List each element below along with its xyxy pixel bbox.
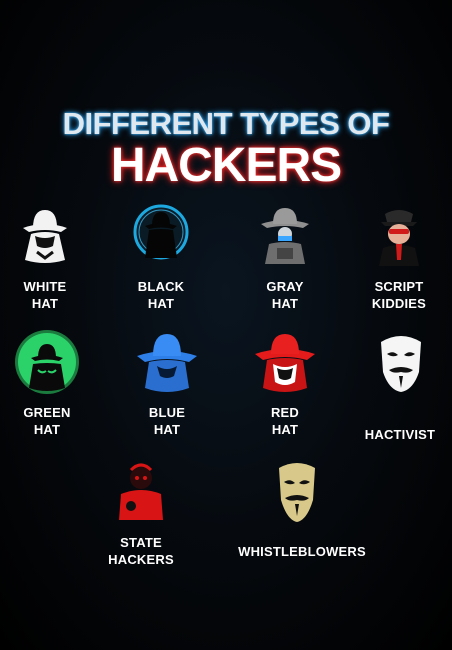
- label-line-2: HAT: [33, 422, 61, 437]
- label-line-1: BLUE: [148, 405, 186, 420]
- label-line-1: GREEN: [23, 405, 71, 420]
- red-hat-hacker-icon: [255, 334, 315, 392]
- label-line-1: RED: [270, 405, 300, 420]
- item-hactivist-label: HACTIVIST: [350, 426, 450, 443]
- whistleblower-mask-icon: [279, 463, 315, 522]
- white-hat-hacker-icon: [23, 210, 67, 263]
- label-line-1: GRAY: [266, 279, 304, 294]
- item-gray-hat: GRAY HAT: [230, 200, 340, 312]
- item-black-hat: BLACK HAT: [106, 200, 216, 312]
- item-white-hat: WHITE HAT: [0, 200, 100, 312]
- item-green-hat: GREEN HAT: [0, 326, 102, 438]
- item-whistleblowers-label: WHISTLEBLOWERS: [220, 543, 384, 560]
- item-red-hat: RED HAT: [230, 326, 340, 438]
- item-hactivist: [346, 326, 452, 398]
- label-line-1: SCRIPT: [374, 279, 424, 294]
- item-blue-hat: BLUE HAT: [112, 326, 222, 438]
- script-kiddie-icon: [379, 210, 419, 266]
- anonymous-mask-icon: [381, 336, 421, 392]
- green-hat-hacker-icon: [15, 330, 79, 394]
- label-line-1: WHISTLEBLOWERS: [238, 544, 366, 559]
- label-line-2: HAT: [31, 296, 59, 311]
- state-hacker-icon: [119, 463, 163, 520]
- label-line-1: WHITE: [23, 279, 67, 294]
- label-line-2: HAT: [153, 422, 181, 437]
- label-line-2: KIDDIES: [371, 296, 427, 311]
- blue-hat-hacker-icon: [137, 334, 197, 392]
- item-script-kiddies: SCRIPT KIDDIES: [344, 200, 452, 312]
- label-line-1: BLACK: [137, 279, 185, 294]
- title-line-2: HACKERS: [110, 139, 342, 192]
- black-hat-hacker-icon: [133, 204, 189, 260]
- label-line-2: HAT: [147, 296, 175, 311]
- item-whistleblowers-icon-wrap: [242, 456, 352, 528]
- label-line-1: STATE: [120, 535, 162, 550]
- title-line-1: DIFFERENT TYPES OF: [62, 106, 390, 141]
- item-state-hackers: STATE HACKERS: [86, 456, 196, 568]
- label-line-1: HACTIVIST: [364, 427, 436, 442]
- gray-hat-hacker-icon: [261, 208, 309, 264]
- label-line-2: HAT: [271, 422, 299, 437]
- label-line-2: HAT: [271, 296, 299, 311]
- label-line-2: HACKERS: [108, 552, 174, 567]
- infographic-background: DIFFERENT TYPES OF HACKERS WHITE HAT BLA…: [0, 0, 452, 650]
